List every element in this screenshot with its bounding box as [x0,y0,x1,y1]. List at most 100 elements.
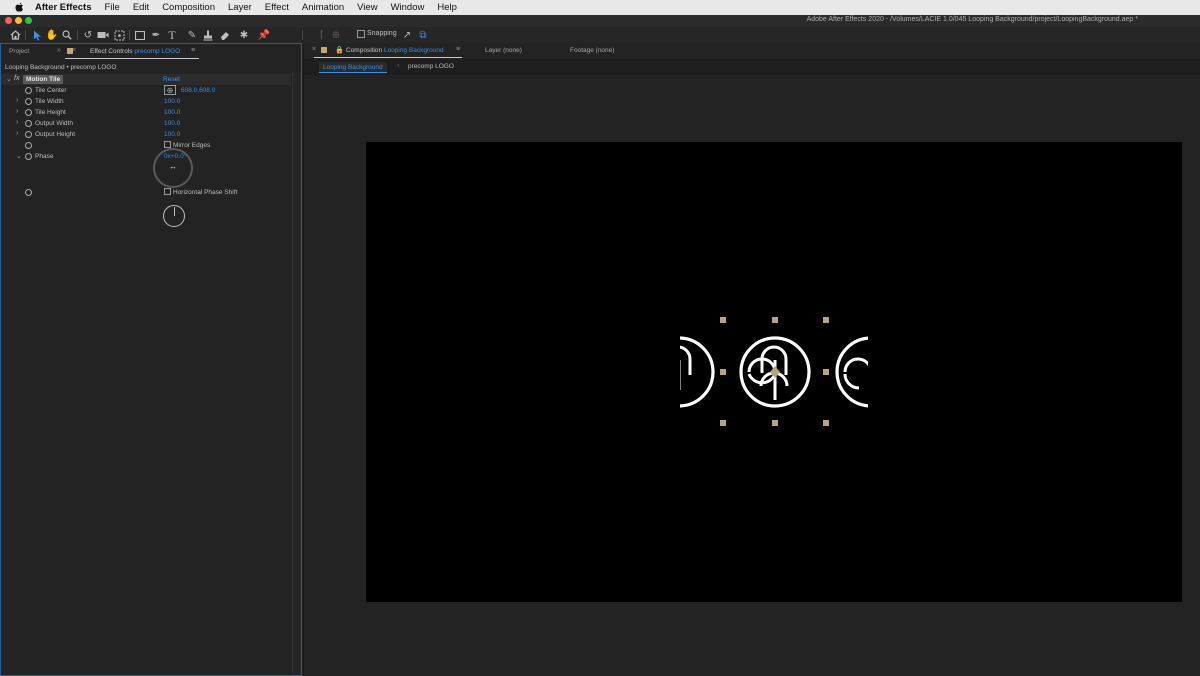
snap-options-icon[interactable]: ↗ [401,29,413,41]
panel-menu-chevrons-icon[interactable]: » [57,47,61,54]
stopwatch-icon[interactable] [25,120,32,127]
rotate-tool-icon[interactable]: ↺ [82,29,94,41]
param-label: Output Height [35,131,76,138]
stopwatch-icon[interactable] [25,189,32,196]
transform-handle[interactable] [823,420,829,426]
close-panel-icon[interactable]: × [312,46,316,53]
param-value[interactable]: 100.0 [164,131,180,138]
menu-composition[interactable]: Composition [162,2,215,13]
composition-canvas[interactable] [366,142,1182,602]
effect-controls-panel: Project » × Effect Controls precomp LOGO… [0,43,302,676]
param-row-mirror-edges: Mirror Edges [1,140,291,151]
param-value[interactable]: 100.0 [164,120,180,127]
transform-handle[interactable] [772,317,778,323]
layer-color-chip [67,48,73,54]
twirl-down-icon[interactable]: ⌄ [6,75,12,83]
flowchart-comp-precomp-logo[interactable]: precomp LOGO [408,63,454,70]
tab-footage[interactable]: Footage (none) [570,47,614,54]
transform-handle[interactable] [823,317,829,323]
tab-layer[interactable]: Layer (none) [485,47,522,54]
panel-menu-icon[interactable]: ≡ [191,47,195,54]
flowchart-separator-icon: ‹ [397,62,400,69]
pen-tool-icon[interactable]: ✒ [150,29,162,41]
fx-toggle-icon[interactable]: fx [14,75,19,82]
rectangle-tool-icon[interactable] [134,29,146,41]
param-row-horizontal-phase-shift: Horizontal Phase Shift [1,187,291,198]
app-menu[interactable]: After Effects [35,2,92,13]
mouse-cursor-icon: ↔ [169,162,177,171]
horizontal-phase-shift-checkbox[interactable] [164,188,171,195]
stopwatch-icon[interactable] [25,131,32,138]
menu-animation[interactable]: Animation [302,2,344,13]
home-icon[interactable] [9,29,21,41]
effect-row-motion-tile[interactable]: ⌄ fx Motion Tile Reset [1,74,291,85]
camera-tool-icon[interactable] [97,29,109,41]
hand-tool-icon[interactable]: ✋ [46,29,58,41]
param-value[interactable]: 608.0,608.0 [181,87,215,94]
tab-project[interactable]: Project [9,48,29,55]
transform-handle[interactable] [720,420,726,426]
transform-handle[interactable] [720,369,726,375]
transform-handle[interactable] [772,420,778,426]
composition-viewer[interactable] [304,75,1200,676]
clone-stamp-tool-icon[interactable] [202,29,214,41]
tab-effect-controls[interactable]: Effect Controls precomp LOGO [90,48,180,55]
lock-icon[interactable]: 🔒 [335,46,344,54]
twirl-right-icon[interactable]: › [16,97,18,104]
stopwatch-icon[interactable] [25,142,32,149]
apple-icon[interactable] [12,0,26,15]
menu-file[interactable]: File [105,2,120,13]
twirl-right-icon[interactable]: › [16,119,18,126]
panel-menu-icon[interactable]: ≡ [456,46,460,53]
stopwatch-icon[interactable] [25,98,32,105]
type-tool-icon[interactable]: T [166,28,178,42]
snap-extents-icon[interactable]: ⧉ [417,29,429,41]
menu-layer[interactable]: Layer [228,2,252,13]
menu-effect[interactable]: Effect [265,2,289,13]
roto-brush-tool-icon[interactable]: ✱ [238,29,250,41]
snapping-label: Snapping [367,30,397,37]
crosshair-icon[interactable]: ⊕ [164,85,176,95]
zoom-tool-icon[interactable] [61,29,73,41]
snapping-checkbox[interactable] [357,30,365,38]
close-window-button[interactable] [5,17,12,24]
menu-bar: After Effects File Edit Composition Laye… [0,0,1200,15]
composition-navigator-bar: Looping Background ‹ precomp LOGO [304,59,1200,75]
minimize-window-button[interactable] [15,17,22,24]
stopwatch-icon[interactable] [25,109,32,116]
menu-help[interactable]: Help [437,2,457,13]
twirl-right-icon[interactable]: › [16,130,18,137]
tools-toolbar: ✋ ↺ ✒ T ✎ ✱ 📌 ⌈ ⊕ ↗ ⧉ [0,27,1200,43]
transform-handle[interactable] [823,369,829,375]
pan-behind-tool-icon[interactable] [113,29,125,41]
phase-angle-dial[interactable] [163,205,185,227]
param-value[interactable]: 100.0 [164,98,180,105]
mirror-edges-checkbox[interactable] [164,141,171,148]
param-value[interactable]: 100.0 [164,109,180,116]
param-label: Phase [35,153,54,160]
twirl-down-icon[interactable]: ⌄ [16,152,22,160]
eraser-tool-icon[interactable] [219,29,231,41]
menu-edit[interactable]: Edit [133,2,149,13]
effect-controls-scrollbar[interactable] [292,72,301,675]
puppet-pin-tool-icon[interactable]: 📌 [258,29,270,41]
param-label: Output Width [35,120,73,127]
twirl-right-icon[interactable]: › [16,108,18,115]
menu-window[interactable]: Window [391,2,425,13]
tab-composition[interactable]: Composition Looping Background [346,47,444,54]
param-row-tile-width: › Tile Width 100.0 [1,96,291,107]
selection-tool-icon[interactable] [31,29,43,41]
zoom-window-button[interactable] [25,17,32,24]
stopwatch-icon[interactable] [25,87,32,94]
reset-link[interactable]: Reset [163,76,180,83]
logo-artwork [680,336,868,408]
menu-view[interactable]: View [357,2,377,13]
left-panel-tabs: Project » × Effect Controls precomp LOGO… [1,44,301,60]
effect-name[interactable]: Motion Tile [23,75,64,84]
right-panel-tabs: × 🔒 Composition Looping Background ≡ Lay… [304,43,1200,59]
param-label: Horizontal Phase Shift [173,189,238,196]
brush-tool-icon[interactable]: ✎ [186,29,198,41]
flowchart-comp-looping-background[interactable]: Looping Background [319,62,387,73]
stopwatch-icon[interactable] [25,153,32,160]
transform-handle[interactable] [720,317,726,323]
